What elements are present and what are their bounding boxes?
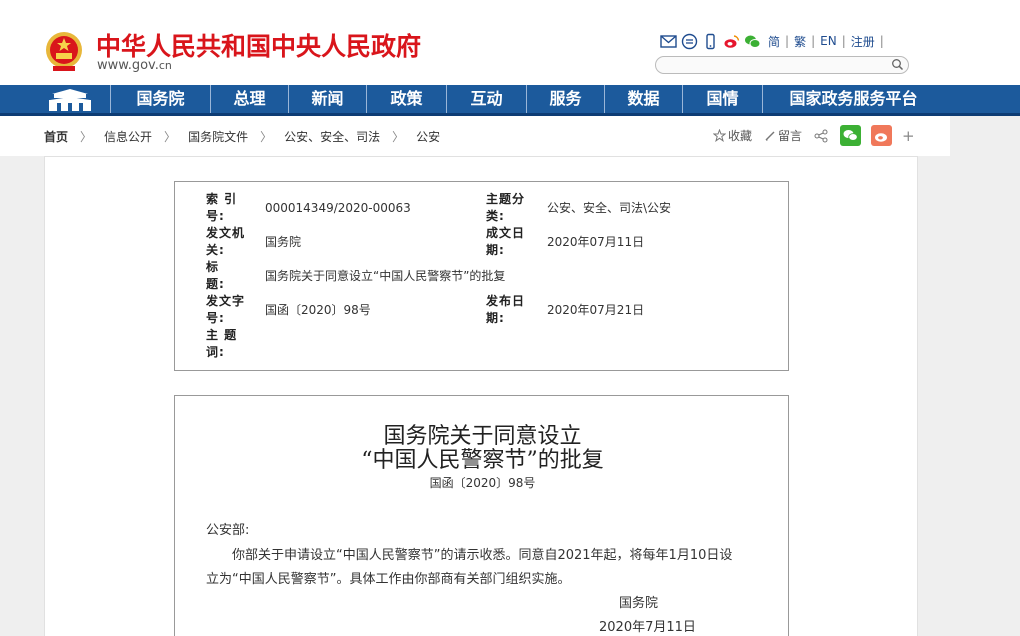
title-value: 国务院关于同意设立“中国人民警察节”的批复: [265, 269, 506, 283]
site-header: 中华人民共和国中央人民政府 www.gov.cn 简 | 繁 | EN | 注册…: [0, 0, 1020, 85]
share-tools: 收藏 留言 +: [713, 125, 915, 146]
issuer-value: 国务院: [265, 235, 302, 249]
nav-item-news[interactable]: 新闻: [288, 85, 366, 113]
site-url-main: www.gov.: [97, 58, 159, 73]
body-paragraph-line2: 立为“中国人民警察节”。具体工作由你部商有关部门组织实施。: [206, 572, 571, 587]
signature-date: 2020年7月11日: [599, 620, 696, 635]
lang-simplified[interactable]: 简: [768, 33, 780, 50]
nav-item-premier[interactable]: 总理: [210, 85, 288, 113]
main-nav: 国务院 总理 新闻 政策 互动 服务 数据 国情 国家政务服务平台: [0, 85, 1020, 116]
search-input[interactable]: [655, 56, 909, 74]
more-share-icon[interactable]: +: [902, 127, 915, 145]
lang-traditional[interactable]: 繁: [794, 33, 806, 50]
mail-icon[interactable]: [660, 33, 677, 50]
nav-item-services[interactable]: 服务: [526, 85, 604, 113]
nav-item-policy[interactable]: 政策: [366, 85, 446, 113]
document-number-label: 发文字号:: [206, 294, 246, 325]
tiananmen-icon[interactable]: [46, 88, 94, 112]
document-number: 国函〔2020〕98号: [429, 476, 536, 490]
created-date-value: 2020年07月11日: [547, 235, 645, 249]
site-url[interactable]: www.gov.cn: [97, 58, 172, 73]
tools-separator: |: [785, 34, 790, 48]
wechat-icon[interactable]: [744, 33, 761, 50]
nav-item-national-info[interactable]: 国情: [682, 85, 762, 113]
breadcrumb-separator: 〉: [260, 130, 273, 144]
nav-item-data[interactable]: 数据: [604, 85, 682, 113]
breadcrumb-info-public[interactable]: 信息公开: [104, 128, 152, 145]
keywords-label: 主 题 词:: [206, 328, 238, 359]
document-title-line2: “中国人民警察节”的批复: [361, 448, 604, 473]
nav-item-interaction[interactable]: 互动: [446, 85, 526, 113]
issuer-label: 发文机关:: [206, 226, 246, 257]
breadcrumb-bar: 首页 〉 信息公开 〉 国务院文件 〉 公安、安全、司法 〉 公安 收藏 留言 …: [0, 116, 950, 156]
breadcrumb-public-security[interactable]: 公安: [416, 128, 440, 145]
tools-separator: |: [811, 34, 816, 48]
document-info-table: 索 引 号: 000014349/2020-00063 主题分类: 公安、安全、…: [174, 181, 789, 371]
national-emblem-icon[interactable]: [44, 31, 84, 73]
favorite-link[interactable]: 收藏: [728, 127, 752, 144]
body-paragraph-line1: 你部关于申请设立“中国人民警察节”的请示收悉。同意自2021年起，将每年1月10…: [232, 548, 733, 563]
search-icon[interactable]: [891, 58, 904, 71]
breadcrumb-state-council-docs[interactable]: 国务院文件: [188, 128, 248, 145]
created-date-label: 成文日期:: [486, 226, 526, 257]
register-link[interactable]: 注册: [851, 33, 875, 50]
lang-english[interactable]: EN: [820, 34, 837, 48]
topic-category-label: 主题分类:: [486, 192, 526, 223]
document-body: 国务院关于同意设立 “中国人民警察节”的批复 国函〔2020〕98号 公安部: …: [174, 395, 789, 636]
tools-separator: |: [879, 34, 884, 48]
site-url-suffix: cn: [158, 59, 172, 72]
breadcrumb-separator: 〉: [392, 130, 405, 144]
wechat-icon: [843, 130, 858, 141]
nav-item-service-platform[interactable]: 国家政务服务平台: [762, 85, 944, 113]
salutation: 公安部:: [206, 523, 250, 538]
breadcrumb-public-security-justice[interactable]: 公安、安全、司法: [284, 128, 380, 145]
published-date-value: 2020年07月21日: [547, 303, 645, 317]
header-tools: 简 | 繁 | EN | 注册 |: [660, 31, 889, 51]
comment-link[interactable]: 留言: [778, 127, 802, 144]
index-number-label: 索 引 号:: [206, 192, 238, 223]
topic-category-value: 公安、安全、司法\公安: [547, 201, 672, 215]
weibo-icon: [875, 133, 888, 142]
mobile-icon[interactable]: [702, 33, 719, 50]
signature: 国务院: [619, 596, 659, 611]
app-icon[interactable]: [681, 33, 698, 50]
breadcrumb-separator: 〉: [80, 130, 93, 144]
weibo-icon[interactable]: [723, 33, 740, 50]
nav-item-state-council[interactable]: 国务院: [110, 85, 210, 113]
breadcrumb-separator: 〉: [164, 130, 177, 144]
wechat-share-icon[interactable]: [840, 125, 862, 146]
weibo-share-icon[interactable]: [871, 125, 893, 146]
published-date-label: 发布日期:: [486, 294, 526, 325]
pencil-icon[interactable]: [764, 130, 776, 142]
star-icon[interactable]: [713, 129, 726, 142]
breadcrumb-home[interactable]: 首页: [44, 128, 68, 145]
index-number-value: 000014349/2020-00063: [265, 201, 411, 215]
tools-separator: |: [841, 34, 846, 48]
title-label: 标 题:: [206, 260, 246, 291]
breadcrumb: 首页 〉 信息公开 〉 国务院文件 〉 公安、安全、司法 〉 公安: [44, 128, 440, 145]
document-number-value: 国函〔2020〕98号: [265, 303, 371, 317]
share-icon[interactable]: [814, 129, 828, 143]
